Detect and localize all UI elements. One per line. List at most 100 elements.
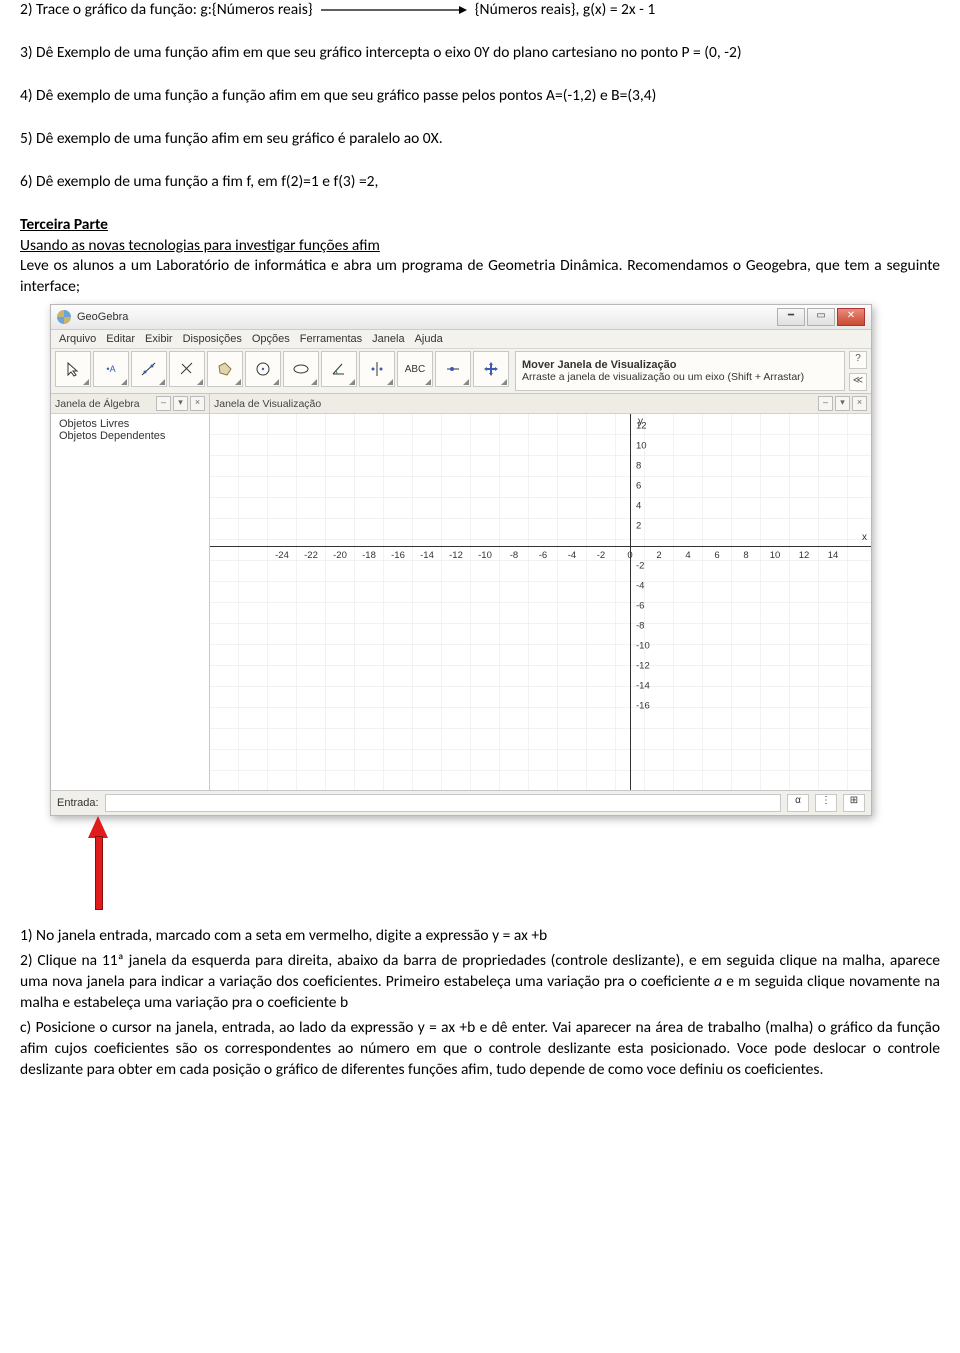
menu-exibir[interactable]: Exibir <box>145 333 173 345</box>
y-tick: -14 <box>636 681 650 692</box>
y-tick: 4 <box>636 501 641 512</box>
tool-move-view[interactable] <box>473 351 509 387</box>
x-tick: -16 <box>391 550 405 561</box>
tool-help-title: Mover Janela de Visualização <box>522 359 838 371</box>
graphics-collapse-icon[interactable]: – <box>818 396 833 411</box>
menu-ajuda[interactable]: Ajuda <box>415 333 443 345</box>
algebra-item[interactable]: Objetos Livres <box>59 418 201 430</box>
tool-circle[interactable] <box>245 351 281 387</box>
x-tick: -2 <box>597 550 605 561</box>
maximize-button[interactable]: ▭ <box>807 308 835 326</box>
step-2: 2) Clique na 11ª janela da esquerda para… <box>20 951 940 1014</box>
graphics-header: Janela de Visualização – ▾ × <box>210 394 871 414</box>
tool-move[interactable] <box>55 351 91 387</box>
x-tick: -14 <box>420 550 434 561</box>
x-tick: 6 <box>714 550 719 561</box>
q2-text-a: 2) Trace o gráfico da função: g:{Números… <box>20 0 313 21</box>
tool-perpendicular[interactable] <box>169 351 205 387</box>
toolbar-help-icon[interactable]: ? <box>849 351 867 369</box>
question-6: 6) Dê exemplo de uma função a fim f, em … <box>20 172 940 193</box>
y-tick: 10 <box>636 441 647 452</box>
tool-help-panel: Mover Janela de Visualização Arraste a j… <box>515 351 845 391</box>
menu-disposicoes[interactable]: Disposições <box>183 333 242 345</box>
x-tick: 8 <box>743 550 748 561</box>
command-input[interactable] <box>105 794 781 812</box>
graphics-canvas[interactable]: y x -24-22-20-18-16-14-12-10-8-6-4-20246… <box>210 414 871 790</box>
y-tick: -6 <box>636 601 644 612</box>
tool-reflect[interactable] <box>359 351 395 387</box>
x-tick: 2 <box>656 550 661 561</box>
x-tick: -8 <box>510 550 518 561</box>
algebra-header: Janela de Álgebra – ▾ × <box>51 394 209 414</box>
tool-angle[interactable] <box>321 351 357 387</box>
x-tick: -4 <box>568 550 576 561</box>
menu-arquivo[interactable]: Arquivo <box>59 333 96 345</box>
tool-point[interactable]: •A <box>93 351 129 387</box>
menu-janela[interactable]: Janela <box>372 333 404 345</box>
x-tick: -18 <box>362 550 376 561</box>
section-title: Terceira Parte <box>20 215 940 236</box>
minimize-button[interactable]: ━ <box>777 308 805 326</box>
x-tick: -20 <box>333 550 347 561</box>
tool-line[interactable] <box>131 351 167 387</box>
y-tick: -8 <box>636 621 644 632</box>
y-tick: -4 <box>636 581 644 592</box>
graphics-title: Janela de Visualização <box>214 398 321 410</box>
x-tick: -22 <box>304 550 318 561</box>
y-tick: -16 <box>636 701 650 712</box>
y-tick: 6 <box>636 481 641 492</box>
graphics-panel: Janela de Visualização – ▾ × y x <box>210 394 871 790</box>
close-button[interactable]: ✕ <box>837 308 865 326</box>
menubar: Arquivo Editar Exibir Disposições Opções… <box>51 330 871 349</box>
algebra-options-icon[interactable]: ▾ <box>173 396 188 411</box>
symbol-selector[interactable]: α <box>787 794 809 812</box>
titlebar[interactable]: GeoGebra ━ ▭ ✕ <box>51 305 871 330</box>
question-5: 5) Dê exemplo de uma função afim em seu … <box>20 129 940 150</box>
tool-ellipse[interactable] <box>283 351 319 387</box>
step-1: 1) No janela entrada, marcado com a seta… <box>20 926 940 947</box>
tool-help-desc: Arraste a janela de visualização ou um e… <box>522 371 838 383</box>
algebra-item[interactable]: Objetos Dependentes <box>59 430 201 442</box>
question-2: 2) Trace o gráfico da função: g:{Números… <box>20 0 940 21</box>
x-tick: 4 <box>685 550 690 561</box>
red-arrow-annotation <box>88 816 108 908</box>
y-tick: -12 <box>636 661 650 672</box>
tool-text[interactable]: ABC <box>397 351 433 387</box>
question-4: 4) Dê exemplo de uma função a função afi… <box>20 86 940 107</box>
graphics-close-icon[interactable]: × <box>852 396 867 411</box>
command-selector[interactable]: ⋮ <box>815 794 837 812</box>
app-icon <box>57 310 71 324</box>
y-axis <box>630 414 631 790</box>
x-tick: -12 <box>449 550 463 561</box>
x-tick: -10 <box>478 550 492 561</box>
y-tick: 8 <box>636 461 641 472</box>
y-tick: -10 <box>636 641 650 652</box>
algebra-close-icon[interactable]: × <box>190 396 205 411</box>
algebra-collapse-icon[interactable]: – <box>156 396 171 411</box>
x-tick: 10 <box>770 550 781 561</box>
x-axis-label: x <box>862 532 867 543</box>
geogebra-window: GeoGebra ━ ▭ ✕ Arquivo Editar Exibir Dis… <box>50 304 872 816</box>
toolbar-collapse-icon[interactable]: ≪ <box>849 373 867 391</box>
y-tick: -2 <box>636 561 644 572</box>
q2-text-b: {Números reais}, g(x) = 2x - 1 <box>475 0 656 21</box>
menu-ferramentas[interactable]: Ferramentas <box>300 333 362 345</box>
section-subtitle: Usando as novas tecnologias para investi… <box>20 236 940 257</box>
x-tick: 14 <box>828 550 839 561</box>
menu-editar[interactable]: Editar <box>106 333 135 345</box>
tool-slider[interactable] <box>435 351 471 387</box>
input-help-icon[interactable]: ⊞ <box>843 794 865 812</box>
y-tick: 12 <box>636 421 647 432</box>
window-title: GeoGebra <box>77 311 771 323</box>
x-tick: -6 <box>539 550 547 561</box>
y-tick: 2 <box>636 521 641 532</box>
input-bar: Entrada: α ⋮ ⊞ <box>51 790 871 815</box>
step-c: c) Posicione o cursor na janela, entrada… <box>20 1018 940 1081</box>
tool-polygon[interactable] <box>207 351 243 387</box>
section-intro: Leve os alunos a um Laboratório de infor… <box>20 256 940 298</box>
toolbar: •A ABC Mover Janela de Visualização Arra… <box>51 349 871 394</box>
menu-opcoes[interactable]: Opções <box>252 333 290 345</box>
question-3: 3) Dê Exemplo de uma função afim em que … <box>20 43 940 64</box>
algebra-panel: Janela de Álgebra – ▾ × Objetos Livres O… <box>51 394 210 790</box>
graphics-options-icon[interactable]: ▾ <box>835 396 850 411</box>
